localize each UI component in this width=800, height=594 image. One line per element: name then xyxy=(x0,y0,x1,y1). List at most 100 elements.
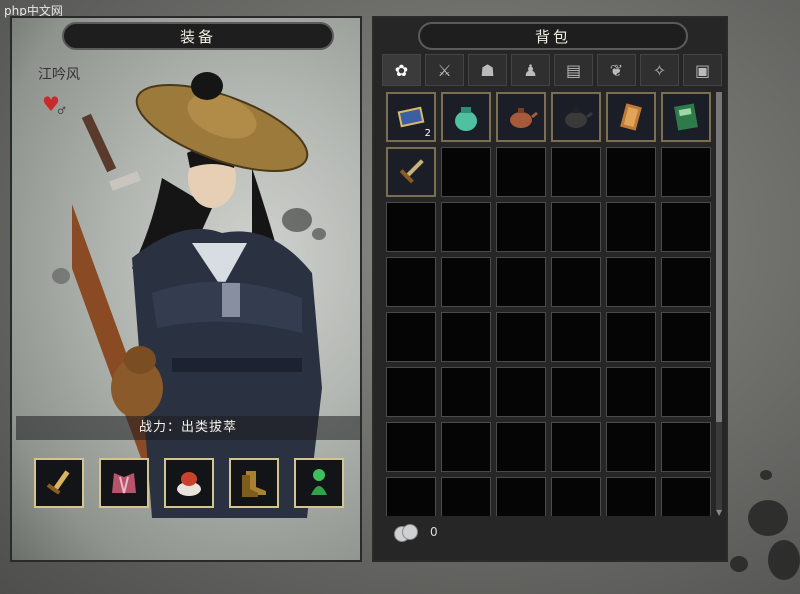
bag-panel: 背包 ✿ ⚔ ☗ ♟ ▤ ❦ ✧ ▣ 2 ▼ 0 xyxy=(372,16,728,562)
bag-slot[interactable] xyxy=(551,257,601,307)
ink-splash xyxy=(760,470,772,480)
scroll-map-icon xyxy=(397,106,425,128)
bag-slot[interactable] xyxy=(441,92,491,142)
bag-slot[interactable] xyxy=(441,202,491,252)
bag-slot[interactable] xyxy=(386,422,436,472)
bag-slot[interactable] xyxy=(551,367,601,417)
bag-grid: 2 xyxy=(382,90,716,516)
dagger-icon xyxy=(46,470,70,495)
equip-slot-armor[interactable] xyxy=(99,458,149,508)
boots-icon xyxy=(242,471,266,497)
equip-slot-weapon[interactable] xyxy=(34,458,84,508)
bag-slot[interactable] xyxy=(441,422,491,472)
tab-accessories[interactable]: ♟ xyxy=(511,54,550,86)
bag-slot[interactable] xyxy=(606,422,656,472)
bag-slot[interactable] xyxy=(606,257,656,307)
bag-slot[interactable] xyxy=(441,147,491,197)
tab-all[interactable]: ✿ xyxy=(382,54,421,86)
bag-slot[interactable] xyxy=(551,312,601,362)
bag-slot[interactable] xyxy=(606,202,656,252)
money-value: 0 xyxy=(430,525,438,539)
bag-slot[interactable] xyxy=(661,312,711,362)
tab-books[interactable]: ▤ xyxy=(554,54,593,86)
jade-figurine-icon xyxy=(311,469,327,495)
bag-slot[interactable] xyxy=(661,477,711,516)
book-icon: ▤ xyxy=(565,60,582,80)
accessory-icon: ♟ xyxy=(523,60,538,80)
bag-slot[interactable] xyxy=(496,477,546,516)
bag-slot[interactable] xyxy=(496,257,546,307)
scroll-thumb[interactable] xyxy=(716,92,722,422)
bag-slot[interactable] xyxy=(606,147,656,197)
bag-slot[interactable] xyxy=(661,202,711,252)
green-manual-icon xyxy=(674,103,698,131)
hidden-weapon-icon: ✧ xyxy=(652,60,667,80)
bag-slot[interactable] xyxy=(386,147,436,197)
equipment-slots xyxy=(34,458,354,508)
bag-slot[interactable] xyxy=(606,312,656,362)
bag-slot[interactable] xyxy=(386,257,436,307)
amber-token-icon xyxy=(620,103,642,131)
bag-slot[interactable] xyxy=(551,92,601,142)
bag-slot[interactable] xyxy=(661,367,711,417)
equip-slot-boots[interactable] xyxy=(229,458,279,508)
bag-scrollbar[interactable] xyxy=(716,92,722,510)
bag-slot[interactable] xyxy=(441,257,491,307)
bag-slot[interactable] xyxy=(386,312,436,362)
money-display: 0 xyxy=(394,522,438,542)
bag-slot[interactable] xyxy=(386,367,436,417)
ink-splash xyxy=(52,268,70,284)
bag-slot[interactable] xyxy=(661,257,711,307)
armor-icon xyxy=(112,473,136,494)
bag-slot[interactable] xyxy=(661,92,711,142)
bag-slot[interactable] xyxy=(386,202,436,252)
bag-slot[interactable] xyxy=(606,367,656,417)
gender-icon: ♂ xyxy=(57,106,66,117)
bag-slot[interactable]: 2 xyxy=(386,92,436,142)
equipment-panel: 装备 江吟风 ♥ ♂ 战力：出类拔萃 xyxy=(10,16,362,562)
bag-slot[interactable] xyxy=(551,477,601,516)
bag-slot[interactable] xyxy=(551,147,601,197)
misc-icon: ▣ xyxy=(694,60,711,80)
bag-slot[interactable] xyxy=(496,202,546,252)
ink-splash xyxy=(730,556,748,572)
ink-splash xyxy=(748,500,788,536)
item-quantity: 2 xyxy=(424,128,431,139)
bag-slot[interactable] xyxy=(496,367,546,417)
bag-slot[interactable] xyxy=(441,312,491,362)
bag-slot[interactable] xyxy=(551,422,601,472)
tab-hidden-weapons[interactable]: ✧ xyxy=(640,54,679,86)
clay-teapot-icon xyxy=(510,108,538,128)
bag-slot[interactable] xyxy=(606,92,656,142)
combat-power-label: 战力：出类拔萃 xyxy=(16,416,360,440)
bag-slot[interactable] xyxy=(496,312,546,362)
herb-icon: ❦ xyxy=(609,60,624,80)
bag-slot[interactable] xyxy=(441,477,491,516)
bag-slot[interactable] xyxy=(606,477,656,516)
armor-tab-icon: ☗ xyxy=(480,60,495,80)
tab-herbs[interactable]: ❦ xyxy=(597,54,636,86)
ink-splash xyxy=(768,540,800,580)
bag-slot[interactable] xyxy=(441,367,491,417)
tab-armor[interactable]: ☗ xyxy=(468,54,507,86)
equip-slot-accessory[interactable] xyxy=(294,458,344,508)
tab-weapons[interactable]: ⚔ xyxy=(425,54,464,86)
jade-pouch-icon xyxy=(455,107,477,131)
scroll-down-arrow-icon[interactable]: ▼ xyxy=(716,508,722,517)
bag-slot[interactable] xyxy=(496,147,546,197)
bag-slot[interactable] xyxy=(661,422,711,472)
coin-icon xyxy=(394,522,420,542)
bag-slot[interactable] xyxy=(551,202,601,252)
equipment-title: 装备 xyxy=(62,22,334,50)
tab-misc[interactable]: ▣ xyxy=(683,54,722,86)
iron-teapot-icon xyxy=(565,108,593,128)
bag-slot[interactable] xyxy=(496,92,546,142)
bag-slot[interactable] xyxy=(661,147,711,197)
all-items-icon: ✿ xyxy=(394,60,409,80)
bag-slot[interactable] xyxy=(496,422,546,472)
equip-slot-food[interactable] xyxy=(164,458,214,508)
character-name: 江吟风 xyxy=(38,67,80,83)
bag-title: 背包 xyxy=(418,22,688,50)
bag-slot[interactable] xyxy=(386,477,436,516)
food-icon xyxy=(177,472,201,496)
